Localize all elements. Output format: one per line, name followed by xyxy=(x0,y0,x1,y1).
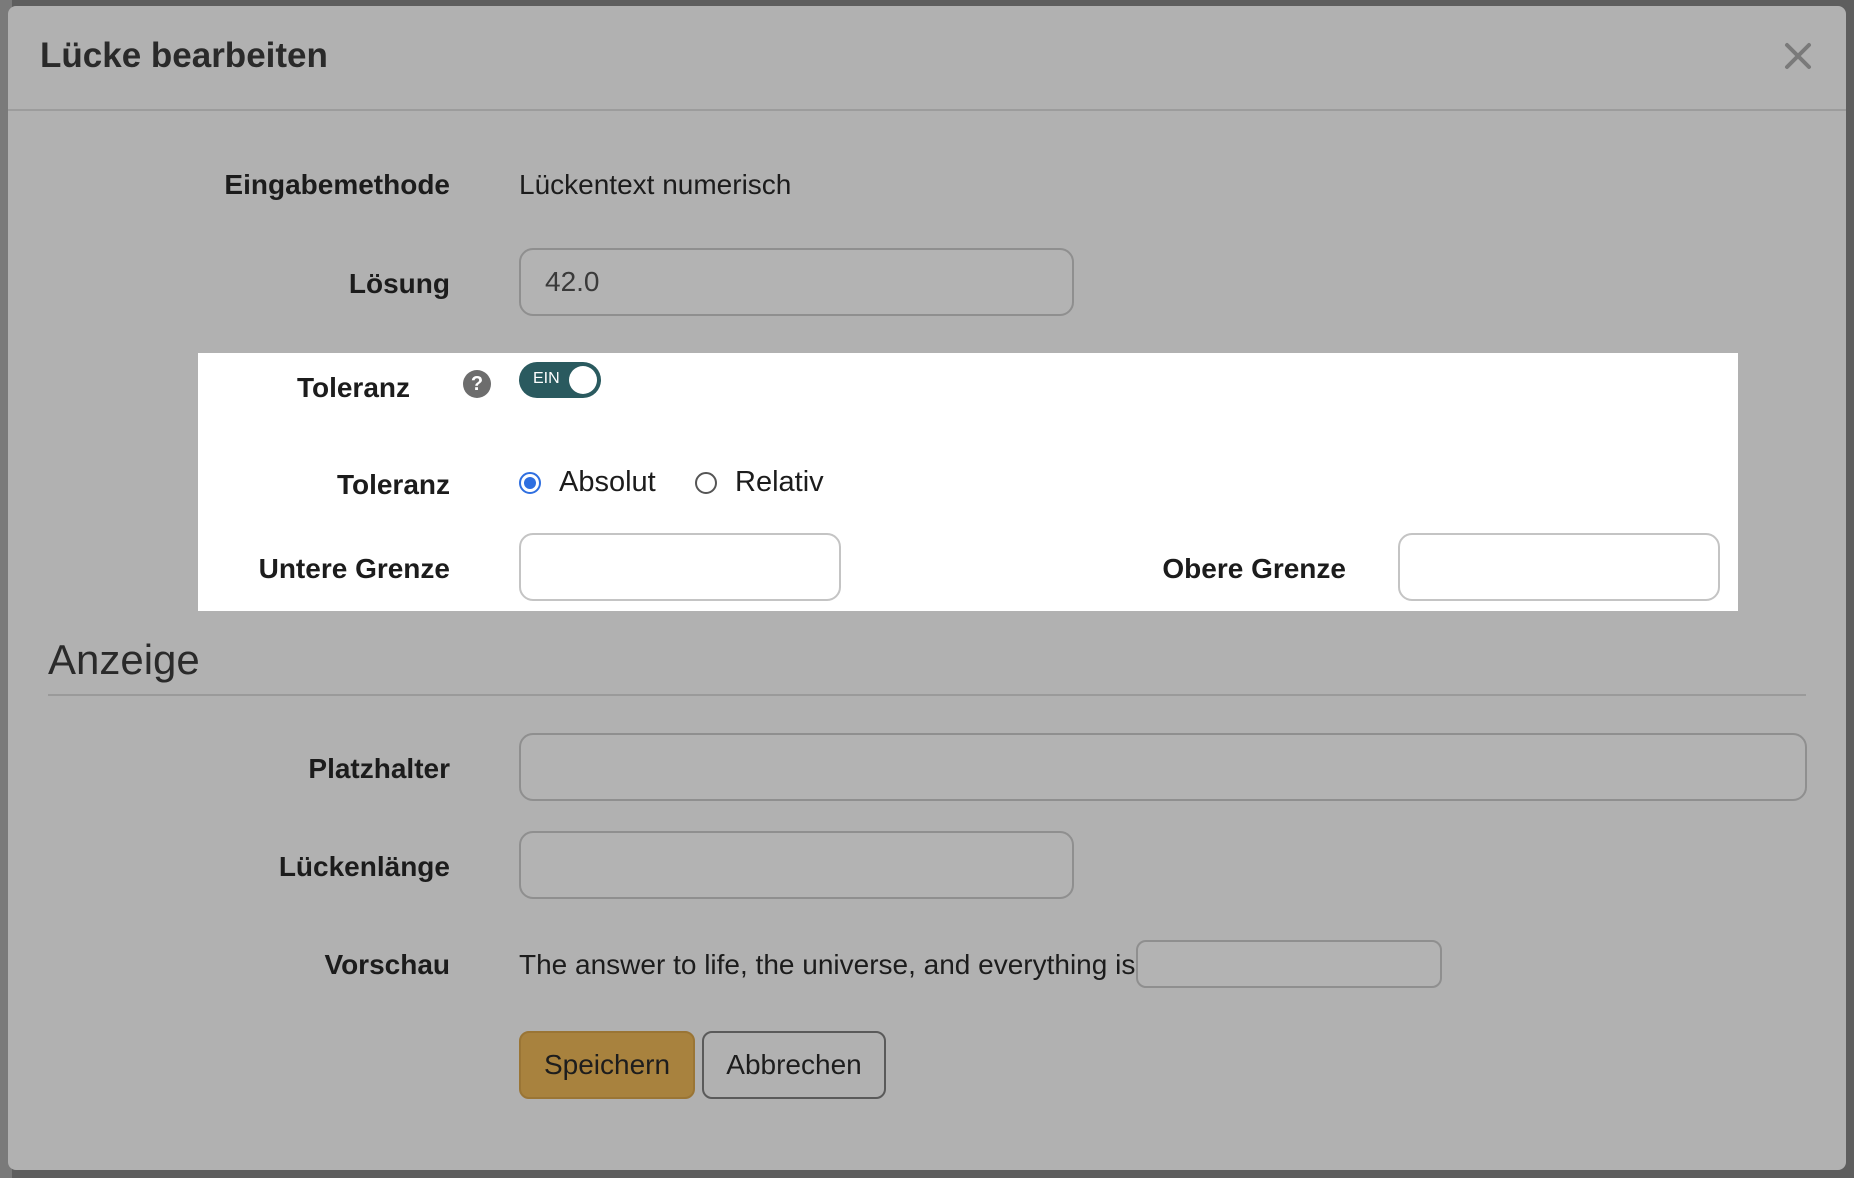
toggle-knob xyxy=(569,366,597,394)
dialog-header: Lücke bearbeiten xyxy=(8,6,1846,111)
lower-bound-label: Untere Grenze xyxy=(258,553,450,584)
tolerance-toggle[interactable]: EIN xyxy=(519,362,601,398)
cancel-button[interactable]: Abbrechen xyxy=(702,1031,886,1099)
placeholder-label: Platzhalter xyxy=(308,753,450,784)
tolerance-type-label: Toleranz xyxy=(336,469,450,500)
edit-gap-dialog: Lücke bearbeiten Eingabemethode Lückente… xyxy=(8,6,1846,1170)
solution-label: Lösung xyxy=(348,268,450,299)
preview-text: The answer to life, the universe, and ev… xyxy=(519,949,1136,980)
radio-absolute-label[interactable]: Absolut xyxy=(559,466,656,499)
gap-length-input[interactable] xyxy=(519,831,1074,899)
close-icon xyxy=(1785,43,1811,69)
preview-gap-input[interactable] xyxy=(1136,940,1442,988)
radio-relative[interactable] xyxy=(695,472,717,494)
close-button[interactable] xyxy=(1778,36,1818,76)
gap-length-label: Lückenlänge xyxy=(278,851,450,882)
upper-bound-label: Obere Grenze xyxy=(1162,553,1346,584)
preview-label: Vorschau xyxy=(324,949,450,980)
input-method-value: Lückentext numerisch xyxy=(519,169,792,200)
save-button[interactable]: Speichern xyxy=(519,1031,695,1099)
display-section-title: Anzeige xyxy=(48,636,200,683)
input-method-label: Eingabemethode xyxy=(224,169,450,200)
help-icon[interactable]: ? xyxy=(463,370,491,398)
placeholder-input[interactable] xyxy=(519,733,1807,801)
solution-input[interactable] xyxy=(519,248,1074,316)
radio-absolute[interactable] xyxy=(519,472,541,494)
upper-bound-input[interactable] xyxy=(1398,533,1720,601)
radio-relative-label[interactable]: Relativ xyxy=(735,466,824,499)
section-divider xyxy=(48,694,1806,696)
tolerance-toggle-label: Toleranz xyxy=(296,372,410,403)
lower-bound-input[interactable] xyxy=(519,533,841,601)
dialog-title: Lücke bearbeiten xyxy=(40,36,328,75)
toggle-state-label: EIN xyxy=(533,370,560,387)
